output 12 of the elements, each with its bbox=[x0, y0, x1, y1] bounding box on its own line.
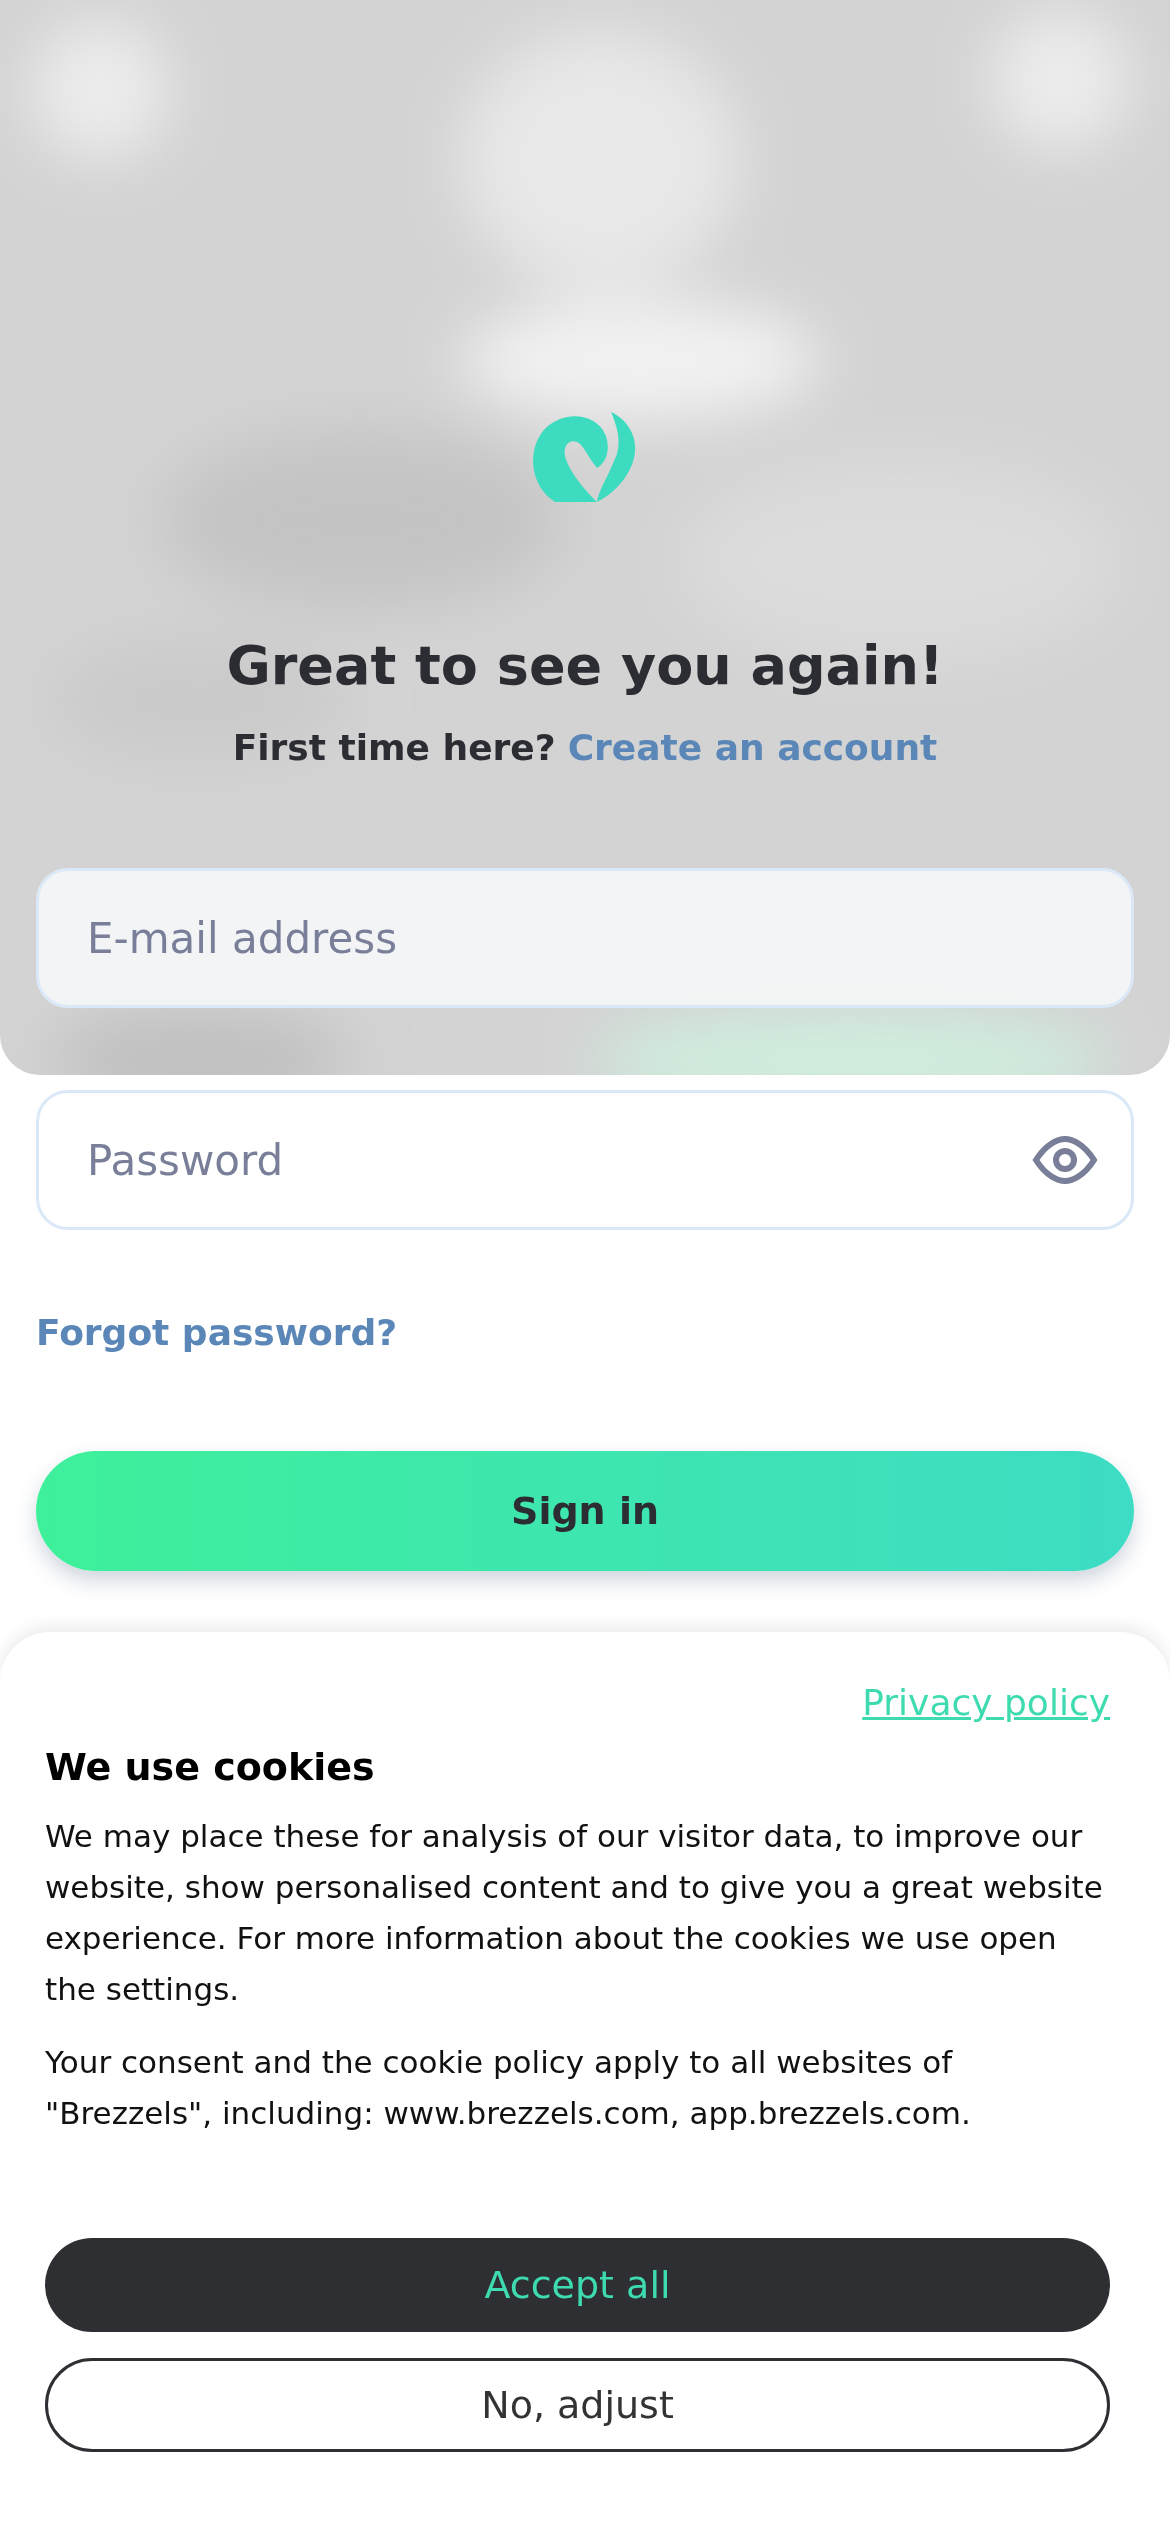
cookie-text: We may place these for analysis of our visitor data, to improve our website, show personalised content and to give you a great website experience. For more information about the cookies we use open the settings. bbox=[45, 1817, 1104, 2009]
adjust-button[interactable]: No, adjust bbox=[45, 2358, 1110, 2452]
forgot-password-link[interactable]: Forgot password? bbox=[36, 1312, 398, 1353]
password-field[interactable]: Password bbox=[36, 1090, 1134, 1230]
signup-prompt: First time here? bbox=[232, 727, 556, 768]
eye-icon[interactable] bbox=[1032, 1136, 1098, 1184]
accept-all-button[interactable]: Accept all bbox=[45, 2238, 1110, 2332]
cookie-text: Your consent and the cookie policy apply to all websites of "Brezzels", including: www.brezzels.com, app.brezzels.com. bbox=[45, 2043, 972, 2133]
email-field[interactable]: E-mail address bbox=[36, 868, 1134, 1008]
page-title: Great to see you again! bbox=[226, 634, 944, 697]
cookie-title: We use cookies bbox=[45, 1745, 376, 1789]
sign-in-button[interactable]: Sign in bbox=[36, 1451, 1134, 1571]
